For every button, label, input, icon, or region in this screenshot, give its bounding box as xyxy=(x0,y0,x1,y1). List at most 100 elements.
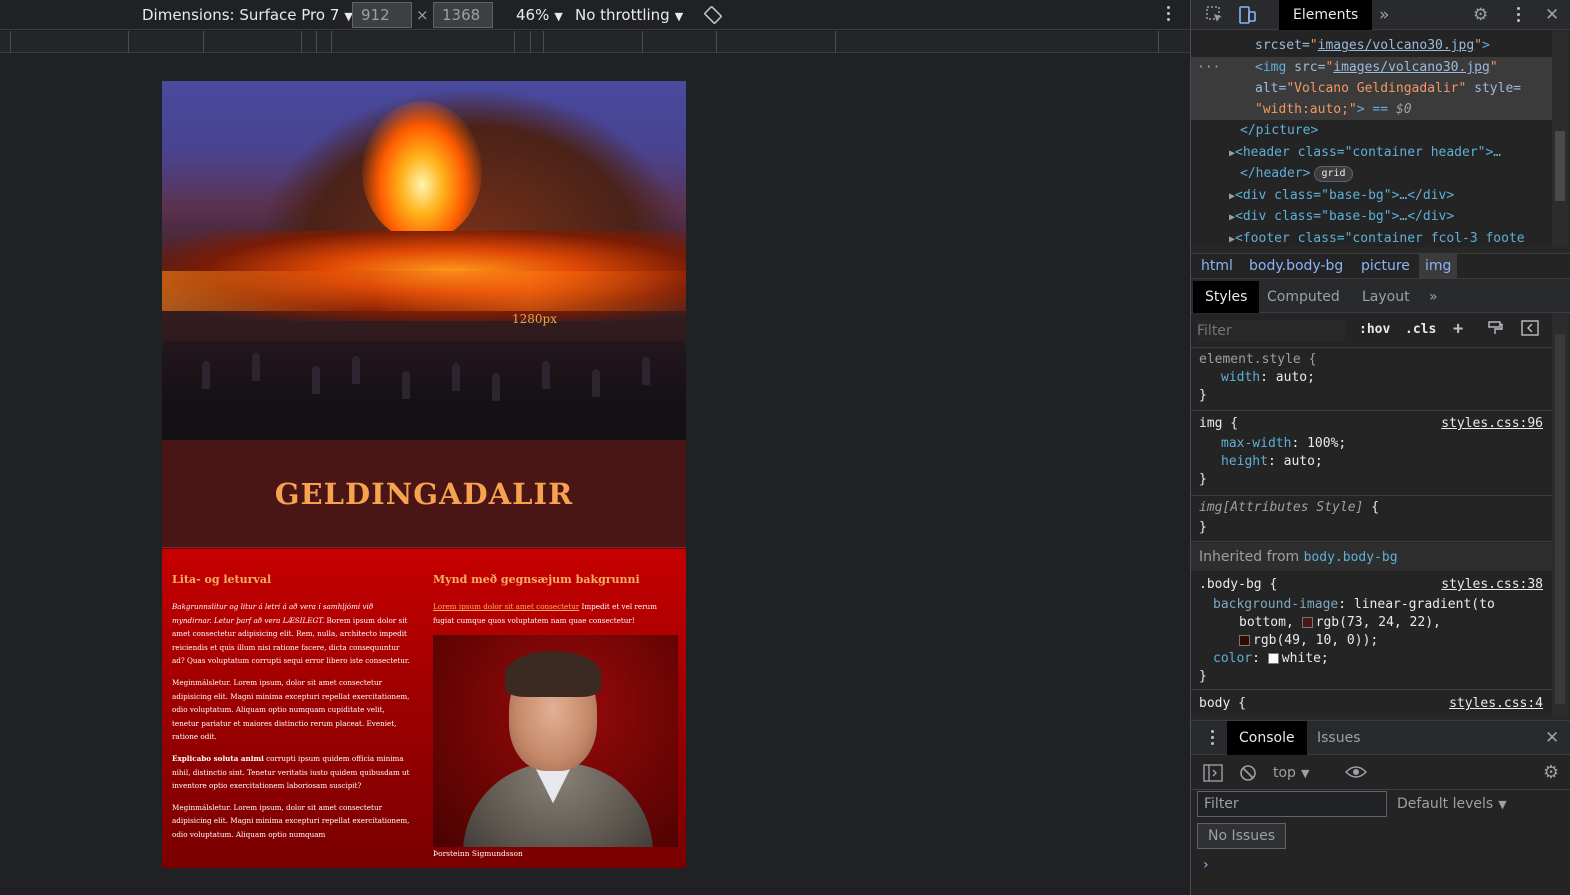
dom-line-div-2[interactable]: ▶<div class="base-bg">…</div> xyxy=(1229,206,1454,227)
toggle-sidebar-icon[interactable] xyxy=(1521,320,1539,340)
media-query-ruler[interactable] xyxy=(0,31,1190,53)
stylesheet-link[interactable]: styles.css:4 xyxy=(1449,695,1543,713)
header-banner: GELDINGADALIR xyxy=(162,440,686,548)
rule-body-bg[interactable]: .body-bg { styles.css:38 background-imag… xyxy=(1191,572,1553,690)
portrait-caption: Þorsteinn Sigmundsson xyxy=(433,849,523,859)
chevron-down-icon: ▼ xyxy=(1498,798,1507,811)
left-paragraph-2: Meginmálsletur. Lorem ipsum, dolor sit a… xyxy=(172,677,410,742)
throttling-dropdown[interactable]: No throttling ▼ xyxy=(575,0,683,30)
emulated-page-viewport[interactable]: 1280px GELDINGADALIR Lita- og leturval B… xyxy=(162,81,686,868)
more-options-icon[interactable] xyxy=(1167,6,1171,24)
dom-line-img[interactable]: <img src="images/volcano30.jpg" xyxy=(1255,57,1498,78)
drawer-menu-icon[interactable] xyxy=(1211,730,1215,748)
styles-filter-bar: :hov .cls + xyxy=(1191,314,1553,348)
class-toggle[interactable]: .cls xyxy=(1405,322,1436,337)
dom-line-srcset[interactable]: srcset="images/volcano30.jpg"> xyxy=(1255,35,1490,56)
devtools-panel: Elements » ⚙ ✕ srcset="images/volcano30.… xyxy=(1190,0,1570,895)
breadcrumb-html[interactable]: html xyxy=(1201,254,1233,278)
clear-console-icon[interactable] xyxy=(1239,764,1257,786)
dimension-times-icon: × xyxy=(416,6,429,24)
left-column-heading: Lita- og leturval xyxy=(172,573,272,586)
chevron-down-icon: ▼ xyxy=(1300,767,1310,780)
rotate-icon[interactable] xyxy=(704,0,724,30)
tab-layout[interactable]: Layout xyxy=(1362,281,1410,313)
dom-line-img-style[interactable]: "width:auto;"> == $0 xyxy=(1255,99,1412,120)
grid-badge[interactable]: grid xyxy=(1314,165,1353,182)
close-drawer-icon[interactable]: ✕ xyxy=(1545,721,1559,755)
context-selector[interactable]: top ▼ xyxy=(1273,762,1309,785)
portrait-image xyxy=(433,635,678,848)
dom-line-picture-close[interactable]: </picture> xyxy=(1240,120,1318,141)
eye-icon[interactable] xyxy=(1344,764,1368,784)
inline-link[interactable]: Lorem ipsum dolor sit amet consectetur xyxy=(433,602,579,611)
rule-attributes-style[interactable]: img[Attributes Style] { } xyxy=(1191,497,1553,542)
console-settings-gear-icon[interactable]: ⚙ xyxy=(1543,762,1559,783)
stylesheet-link[interactable]: styles.css:38 xyxy=(1441,576,1543,594)
dom-line-img-attrs[interactable]: alt="Volcano Geldingadalir" style= xyxy=(1255,78,1521,99)
console-toolbar: top ▼ ⚙ xyxy=(1191,756,1570,790)
device-dropdown[interactable]: Dimensions: Surface Pro 7 ▼ xyxy=(142,0,353,30)
log-levels-dropdown[interactable]: Default levels ▼ xyxy=(1397,791,1507,818)
throttling-value: No throttling xyxy=(575,6,670,24)
dom-line-footer[interactable]: ▶<footer class="container fcol-3 foote xyxy=(1229,228,1525,247)
left-paragraph-3: Explicabo soluta animi corrupti ipsum qu… xyxy=(172,752,412,793)
color-swatch[interactable] xyxy=(1301,617,1313,628)
tab-styles[interactable]: Styles xyxy=(1193,281,1260,313)
hero-image[interactable]: 1280px xyxy=(162,81,686,440)
tab-issues[interactable]: Issues xyxy=(1317,721,1361,755)
right-paragraph: Lorem ipsum dolor sit amet consectetur I… xyxy=(433,600,678,627)
left-paragraph-4: Meginmálsletur. Lorem ipsum, dolor sit a… xyxy=(172,802,410,839)
rule-element-style[interactable]: element.style { width: auto; } xyxy=(1191,349,1553,411)
more-tabs-icon[interactable]: » xyxy=(1379,0,1389,30)
stylesheet-link[interactable]: styles.css:96 xyxy=(1441,415,1543,433)
zoom-dropdown[interactable]: 46% ▼ xyxy=(516,0,563,30)
styles-scrollbar[interactable] xyxy=(1552,314,1568,716)
page-title: GELDINGADALIR xyxy=(274,476,574,511)
styles-rules[interactable]: element.style { width: auto; } img { sty… xyxy=(1191,349,1553,715)
tab-computed[interactable]: Computed xyxy=(1267,281,1340,313)
chevron-down-icon: ▼ xyxy=(554,10,563,23)
chevron-down-icon: ▼ xyxy=(674,10,684,23)
breadcrumb-body[interactable]: body.body-bg xyxy=(1249,254,1343,278)
drawer-tabs: Console Issues ✕ xyxy=(1191,721,1570,755)
dom-line-header[interactable]: ▶<header class="container header">… xyxy=(1229,142,1501,163)
devtools-window: Dimensions: Surface Pro 7 ▼ 912 × 1368 46… xyxy=(0,0,1570,895)
tab-console[interactable]: Console xyxy=(1227,721,1307,755)
content-section: Lita- og leturval Bakgrunnslitur og litu… xyxy=(162,549,686,868)
image-size-overlay: 1280px xyxy=(512,312,557,326)
color-swatch[interactable] xyxy=(1267,653,1279,664)
viewport-height-input[interactable]: 1368 xyxy=(433,2,493,28)
hover-state-toggle[interactable]: :hov xyxy=(1359,322,1390,337)
paint-roller-icon[interactable] xyxy=(1487,320,1503,340)
breadcrumb-img[interactable]: img xyxy=(1419,254,1458,278)
customize-devtools-icon[interactable] xyxy=(1517,7,1521,25)
console-prompt-icon[interactable]: › xyxy=(1203,857,1209,873)
inspect-element-icon[interactable] xyxy=(1205,0,1225,35)
sidebar-toggle-icon[interactable] xyxy=(1203,764,1223,786)
dom-line-div-1[interactable]: ▶<div class="base-bg">…</div> xyxy=(1229,185,1454,206)
styles-filter-input[interactable] xyxy=(1197,320,1345,342)
settings-gear-icon[interactable]: ⚙ xyxy=(1473,0,1488,30)
breadcrumb-picture[interactable]: picture xyxy=(1361,254,1410,278)
left-paragraph-1: Bakgrunnslitur og litur á letri á að ver… xyxy=(172,600,412,668)
no-issues-button[interactable]: No Issues xyxy=(1197,823,1286,849)
dom-tree[interactable]: srcset="images/volcano30.jpg"> ··· <img … xyxy=(1191,31,1553,247)
breadcrumb: html body.body-bg picture img xyxy=(1191,253,1570,279)
console-filter-input[interactable]: Filter xyxy=(1197,791,1387,817)
device-toolbar-toggle-icon[interactable] xyxy=(1237,0,1257,35)
inherited-target-link[interactable]: body.body-bg xyxy=(1304,550,1398,565)
dom-tree-scrollbar[interactable] xyxy=(1552,31,1568,247)
dom-line-header-close[interactable]: </header> grid xyxy=(1240,163,1353,184)
color-swatch[interactable] xyxy=(1239,635,1250,646)
new-rule-plus-icon[interactable]: + xyxy=(1453,319,1463,339)
ellipsis-icon[interactable]: ··· xyxy=(1197,57,1220,78)
right-column: Mynd með gegnsæjum bakgrunni Lorem ipsum… xyxy=(433,549,678,858)
rule-body[interactable]: body { styles.css:4 xyxy=(1191,691,1553,715)
devtools-main-tabs: Elements » ⚙ ✕ xyxy=(1191,0,1570,30)
left-paragraph-3-bold: Explicabo soluta animi xyxy=(172,753,264,763)
viewport-width-input[interactable]: 912 xyxy=(352,2,412,28)
close-icon[interactable]: ✕ xyxy=(1545,0,1559,30)
rule-img[interactable]: img { styles.css:96 max-width: 100%; hei… xyxy=(1191,412,1553,496)
tab-elements[interactable]: Elements xyxy=(1279,0,1373,30)
more-tabs-icon[interactable]: » xyxy=(1429,281,1438,313)
